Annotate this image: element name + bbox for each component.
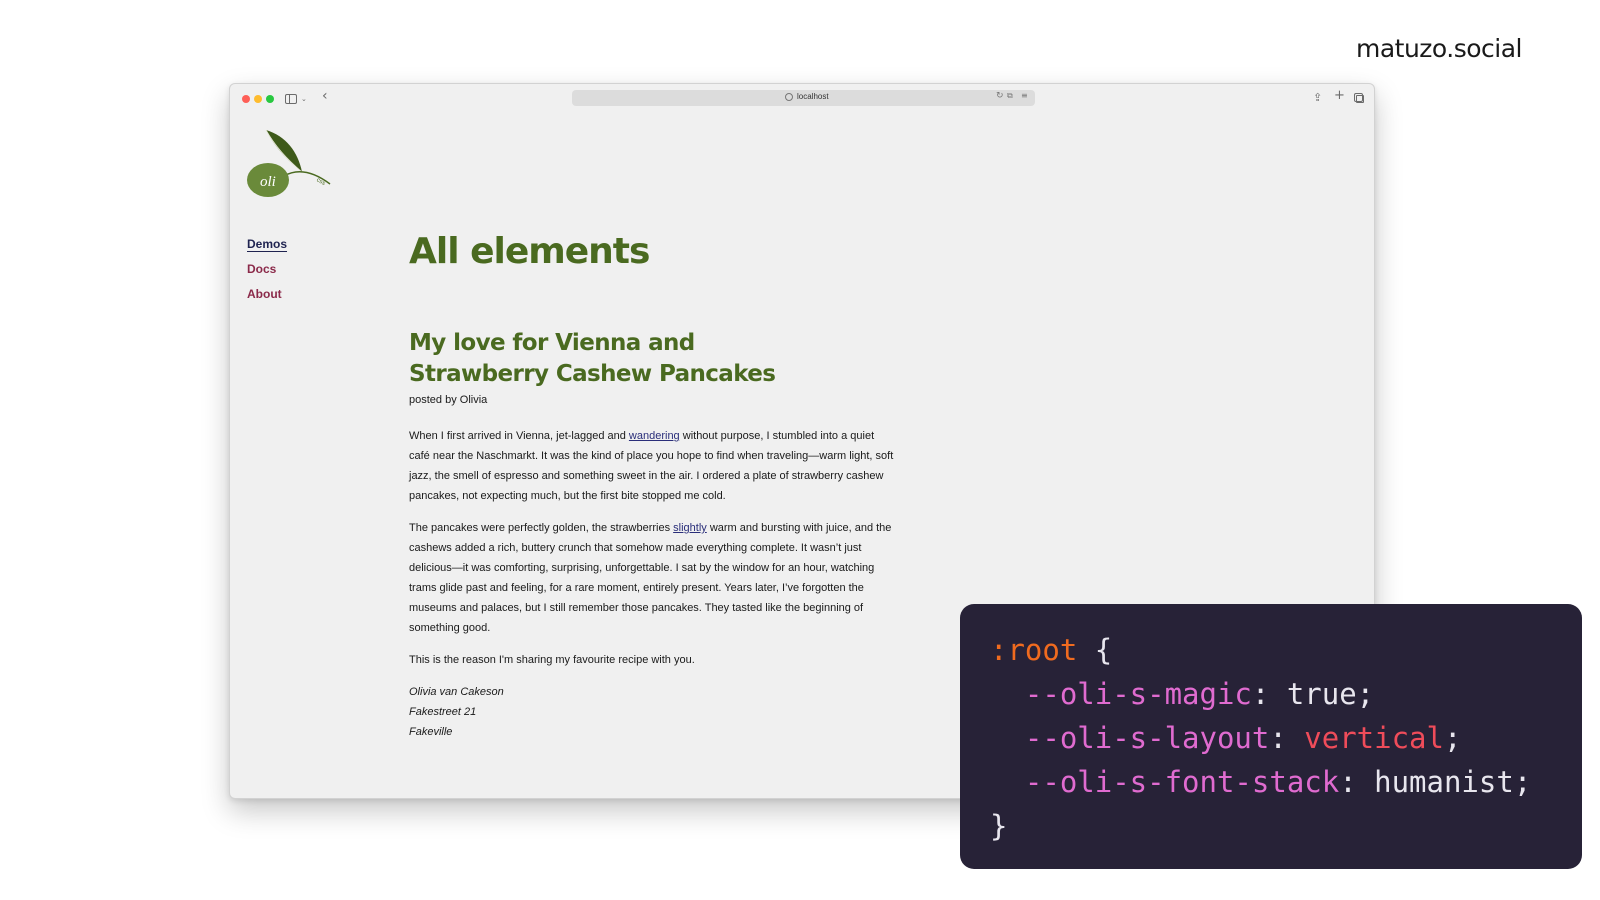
code-line-selector: :root { — [990, 628, 1552, 672]
url-text: localhost — [797, 92, 829, 101]
globe-icon — [785, 93, 793, 101]
code-selector: :root — [990, 633, 1078, 667]
back-icon[interactable]: ‹ — [322, 89, 328, 103]
post-title-line-1: My love for Vienna and — [409, 330, 695, 356]
code-open-brace: { — [1094, 633, 1113, 667]
code-property: --oli-s-layout — [1024, 721, 1270, 755]
chevron-down-icon[interactable]: ⌄ — [301, 92, 307, 106]
link-wandering[interactable]: wandering — [629, 430, 680, 442]
code-property: --oli-s-font-stack — [1024, 765, 1340, 799]
address-line: Fakestreet 21 — [409, 706, 477, 718]
reload-icon[interactable]: ↻ — [996, 91, 1004, 101]
zoom-window-button[interactable] — [266, 95, 274, 103]
address-line: Fakeville — [409, 726, 453, 738]
address-line: Olivia van Cakeson — [409, 686, 504, 698]
paragraph-2-text-a: The pancakes were perfectly golden, the … — [409, 522, 674, 534]
reader-icon[interactable]: ≡ — [1021, 91, 1028, 100]
window-controls — [242, 95, 274, 103]
minimize-window-button[interactable] — [254, 95, 262, 103]
new-tab-icon[interactable]: + — [1334, 89, 1345, 103]
main-content: All elements My love for Vienna and Stra… — [409, 234, 894, 742]
author-address: Olivia van Cakeson Fakestreet 21 Fakevil… — [409, 682, 894, 742]
code-value: vertical — [1304, 721, 1444, 755]
code-line-decl: --oli-s-magic: true; — [1024, 677, 1375, 711]
code-snippet: :root { --oli-s-magic: true; --oli-s-lay… — [960, 604, 1582, 869]
paragraph-1-text-a: When I first arrived in Vienna, jet-lagg… — [409, 430, 629, 442]
close-window-button[interactable] — [242, 95, 250, 103]
browser-toolbar: ⌄ ‹ localhost ↻ ⧉ ≡ ⇪ + — [230, 84, 1374, 114]
code-line-close: } — [990, 804, 1552, 848]
code-value: humanist — [1374, 765, 1514, 799]
share-icon[interactable]: ⇪ — [1313, 91, 1322, 105]
paragraph-1: When I first arrived in Vienna, jet-lagg… — [409, 426, 894, 506]
code-value: true — [1286, 677, 1357, 711]
post-title: My love for Vienna and Strawberry Cashew… — [409, 328, 894, 390]
link-slightly[interactable]: slightly — [673, 522, 707, 534]
code-property: --oli-s-magic — [1024, 677, 1252, 711]
paragraph-3: This is the reason I'm sharing my favour… — [409, 654, 695, 666]
code-close-brace: } — [990, 809, 1008, 843]
nav-link-about[interactable]: About — [247, 287, 287, 301]
nav-link-docs[interactable]: Docs — [247, 262, 287, 276]
address-bar[interactable]: localhost ↻ ⧉ ≡ — [572, 90, 1035, 106]
logo-text: oli — [260, 174, 276, 190]
nav-link-demos[interactable]: Demos — [247, 237, 287, 251]
brand-label: matuzo.social — [1355, 34, 1523, 63]
site-nav: Demos Docs About — [247, 237, 287, 312]
code-line-decl: --oli-s-font-stack: humanist; — [1024, 765, 1532, 799]
page-title: All elements — [409, 231, 650, 272]
post-byline: posted by Olivia — [409, 394, 488, 406]
translate-icon[interactable]: ⧉ — [1007, 91, 1013, 101]
tab-overview-icon[interactable] — [1354, 93, 1364, 103]
oli-logo[interactable]: oli css — [246, 128, 332, 200]
paragraph-2-text-b: warm and bursting with juice, and the ca… — [409, 522, 892, 634]
sidebar-toggle-icon[interactable] — [285, 94, 297, 104]
code-line-decl: --oli-s-layout: vertical; — [1024, 721, 1462, 755]
post-title-line-2: Strawberry Cashew Pancakes — [409, 361, 776, 387]
logo-sub-text: css — [315, 177, 326, 187]
paragraph-2: The pancakes were perfectly golden, the … — [409, 518, 894, 638]
